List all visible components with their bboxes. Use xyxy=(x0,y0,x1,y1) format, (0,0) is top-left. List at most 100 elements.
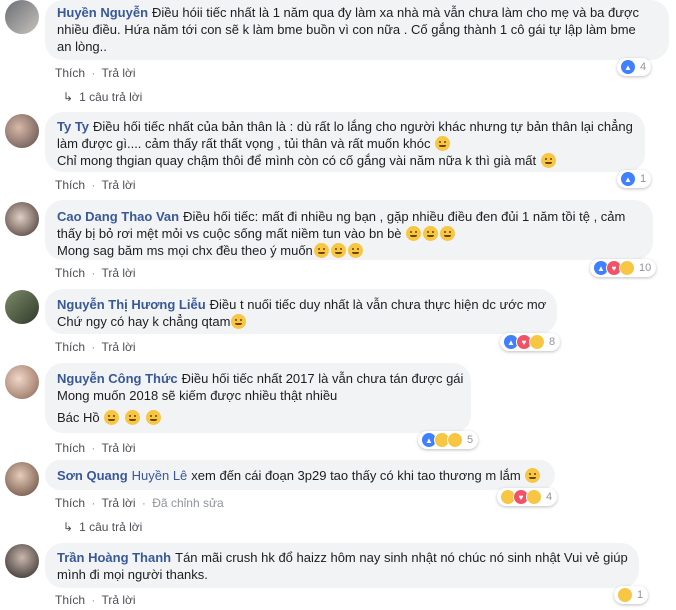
comment-bubble: Trần Hoàng Thanh Tán mãi crush hk đổ haiz… xyxy=(45,543,639,588)
emoji-icon xyxy=(104,410,120,425)
comment-text: Điều hóii tiếc nhất là 1 năm qua đy làm … xyxy=(152,5,639,20)
comment-text: thấy bị bỏ rơi mệt mỏi vs cuộc sống mất … xyxy=(57,226,402,241)
avatar[interactable] xyxy=(5,365,39,399)
emoji-icon xyxy=(330,243,346,258)
reaction-count: 1 xyxy=(637,589,644,601)
comment-text: Điều t nuối tiếc duy nhất là vẫn chưa th… xyxy=(209,297,547,312)
comment-actions: Thích · Trả lời · Đã chỉnh sửa xyxy=(55,496,224,510)
reply-link[interactable]: Trả lời xyxy=(101,340,135,354)
comment-text: Điều hối tiếc nhất 2017 là vẫn chưa tán … xyxy=(181,371,464,386)
reply-count: 1 câu trả lời xyxy=(79,520,143,534)
commenter-name[interactable]: Cao Dang Thao Van xyxy=(57,209,179,224)
like-link[interactable]: Thích xyxy=(55,266,85,280)
emoji-icon xyxy=(124,410,140,425)
comment-bubble: Nguyễn Công Thức Điều hối tiếc nhất 2017 … xyxy=(45,363,471,433)
wow-reaction-icon xyxy=(526,489,542,505)
like-link[interactable]: Thích xyxy=(55,593,85,607)
reaction-summary[interactable]: ▲ ♥ 8 xyxy=(500,333,561,351)
commenter-name[interactable]: Sơn Quang xyxy=(57,468,128,483)
haha-reaction-icon xyxy=(529,334,545,350)
avatar[interactable] xyxy=(5,544,39,578)
sad-reaction-icon xyxy=(619,260,635,276)
reaction-summary[interactable]: ▲ 5 xyxy=(418,431,479,449)
separator: · xyxy=(91,340,96,354)
comment-actions: Thích · Trả lời xyxy=(55,340,136,354)
reaction-summary[interactable]: ▲ ♥ 10 xyxy=(590,259,657,277)
comment-text: nhiều điều. Hứa năm tới con sẽ k làm bme… xyxy=(57,22,636,37)
reply-link[interactable]: Trả lời xyxy=(101,496,135,510)
reply-link[interactable]: Trả lời xyxy=(101,178,135,192)
comment-text: Mong muốn 2018 sẽ kiếm được nhiều thật n… xyxy=(57,388,338,403)
comment-bubble: Ty Ty Điều hối tiếc nhất của bản thân là … xyxy=(45,112,645,172)
like-link[interactable]: Thích xyxy=(55,496,85,510)
reply-link[interactable]: Trả lời xyxy=(101,266,135,280)
comment-bubble: Cao Dang Thao Van Điều hối tiếc: mất đi n… xyxy=(45,200,653,260)
reaction-count: 10 xyxy=(639,262,652,274)
separator: · xyxy=(91,496,96,510)
reaction-count: 1 xyxy=(640,173,647,185)
reaction-count: 4 xyxy=(640,61,647,73)
view-replies[interactable]: ↳ 1 câu trả lời xyxy=(63,90,142,104)
commenter-name[interactable]: Ty Ty xyxy=(57,119,89,134)
like-link[interactable]: Thích xyxy=(55,178,85,192)
reaction-summary[interactable]: 1 xyxy=(614,586,649,604)
comment-bubble: Huyền Nguyễn Điều hóii tiếc nhất là 1 năm… xyxy=(45,0,669,60)
separator: · xyxy=(141,496,146,510)
comment-actions: Thích · Trả lời xyxy=(55,178,136,192)
like-link[interactable]: Thích xyxy=(55,340,85,354)
emoji-icon xyxy=(231,314,247,329)
reaction-summary[interactable]: ▲ 4 xyxy=(617,58,652,76)
commenter-name[interactable]: Nguyễn Thị Hương Liễu xyxy=(57,297,206,312)
reaction-count: 4 xyxy=(546,491,553,503)
reply-arrow-icon: ↳ xyxy=(63,90,74,104)
view-replies[interactable]: ↳ 1 câu trả lời xyxy=(63,520,142,534)
emoji-icon xyxy=(525,468,541,483)
avatar[interactable] xyxy=(5,290,39,324)
emoji-icon xyxy=(145,410,161,425)
edited-label[interactable]: Đã chỉnh sửa xyxy=(152,496,223,510)
comment-text: Chỉ mong thgian quay chậm thôi để mình c… xyxy=(57,153,537,168)
reply-arrow-icon: ↳ xyxy=(63,520,74,534)
like-reaction-icon: ▲ xyxy=(620,171,636,187)
comment-actions: Thích · Trả lời xyxy=(55,66,136,80)
reaction-summary[interactable]: ♥ 4 xyxy=(497,488,558,506)
avatar[interactable] xyxy=(5,0,39,34)
comment-text: Điều hối tiếc: mất đi nhiều ng bạn , gặp… xyxy=(183,209,626,224)
commenter-name[interactable]: Trần Hoàng Thanh xyxy=(57,550,171,565)
reaction-count: 5 xyxy=(467,434,474,446)
comment-text: Bác Hồ xyxy=(57,410,100,425)
commenter-name[interactable]: Huyền Nguyễn xyxy=(57,5,148,20)
reply-count: 1 câu trả lời xyxy=(79,90,143,104)
comment-text: Tán mãi crush hk đổ haizz hôm nay sinh n… xyxy=(175,550,628,565)
comment-text: Chứ ngy có hay k chẳng qtam xyxy=(57,314,231,329)
comment-text: làm được gì.... cảm thấy rất thất vọng ,… xyxy=(57,136,431,151)
separator: · xyxy=(91,178,96,192)
reply-link[interactable]: Trả lời xyxy=(101,441,135,455)
reaction-summary[interactable]: ▲ 1 xyxy=(617,170,652,188)
separator: · xyxy=(91,593,96,607)
reply-link[interactable]: Trả lời xyxy=(101,66,135,80)
like-link[interactable]: Thích xyxy=(55,66,85,80)
emoji-icon xyxy=(347,243,363,258)
like-link[interactable]: Thích xyxy=(55,441,85,455)
commenter-name[interactable]: Nguyễn Công Thức xyxy=(57,371,178,386)
wow-reaction-icon xyxy=(447,432,463,448)
like-reaction-icon: ▲ xyxy=(620,59,636,75)
comment-text: Điều hối tiếc nhất của bản thân là : dù … xyxy=(93,119,633,134)
comment-text: Mong sag băm ms mọi chx đều theo ý muốn xyxy=(57,243,313,258)
mention-link[interactable]: Huyền Lê xyxy=(132,468,188,483)
avatar[interactable] xyxy=(5,462,39,496)
reply-link[interactable]: Trả lời xyxy=(101,593,135,607)
emoji-icon xyxy=(440,226,456,241)
avatar[interactable] xyxy=(5,114,39,148)
reaction-count: 8 xyxy=(549,336,556,348)
separator: · xyxy=(91,441,96,455)
comment-actions: Thích · Trả lời xyxy=(55,266,136,280)
avatar[interactable] xyxy=(5,202,39,236)
sad-reaction-icon xyxy=(617,587,633,603)
comment-bubble: Nguyễn Thị Hương Liễu Điều t nuối tiếc du… xyxy=(45,289,557,334)
comment-text: an lòng.. xyxy=(57,39,107,54)
emoji-icon xyxy=(423,226,439,241)
emoji-icon xyxy=(313,243,329,258)
separator: · xyxy=(91,266,96,280)
